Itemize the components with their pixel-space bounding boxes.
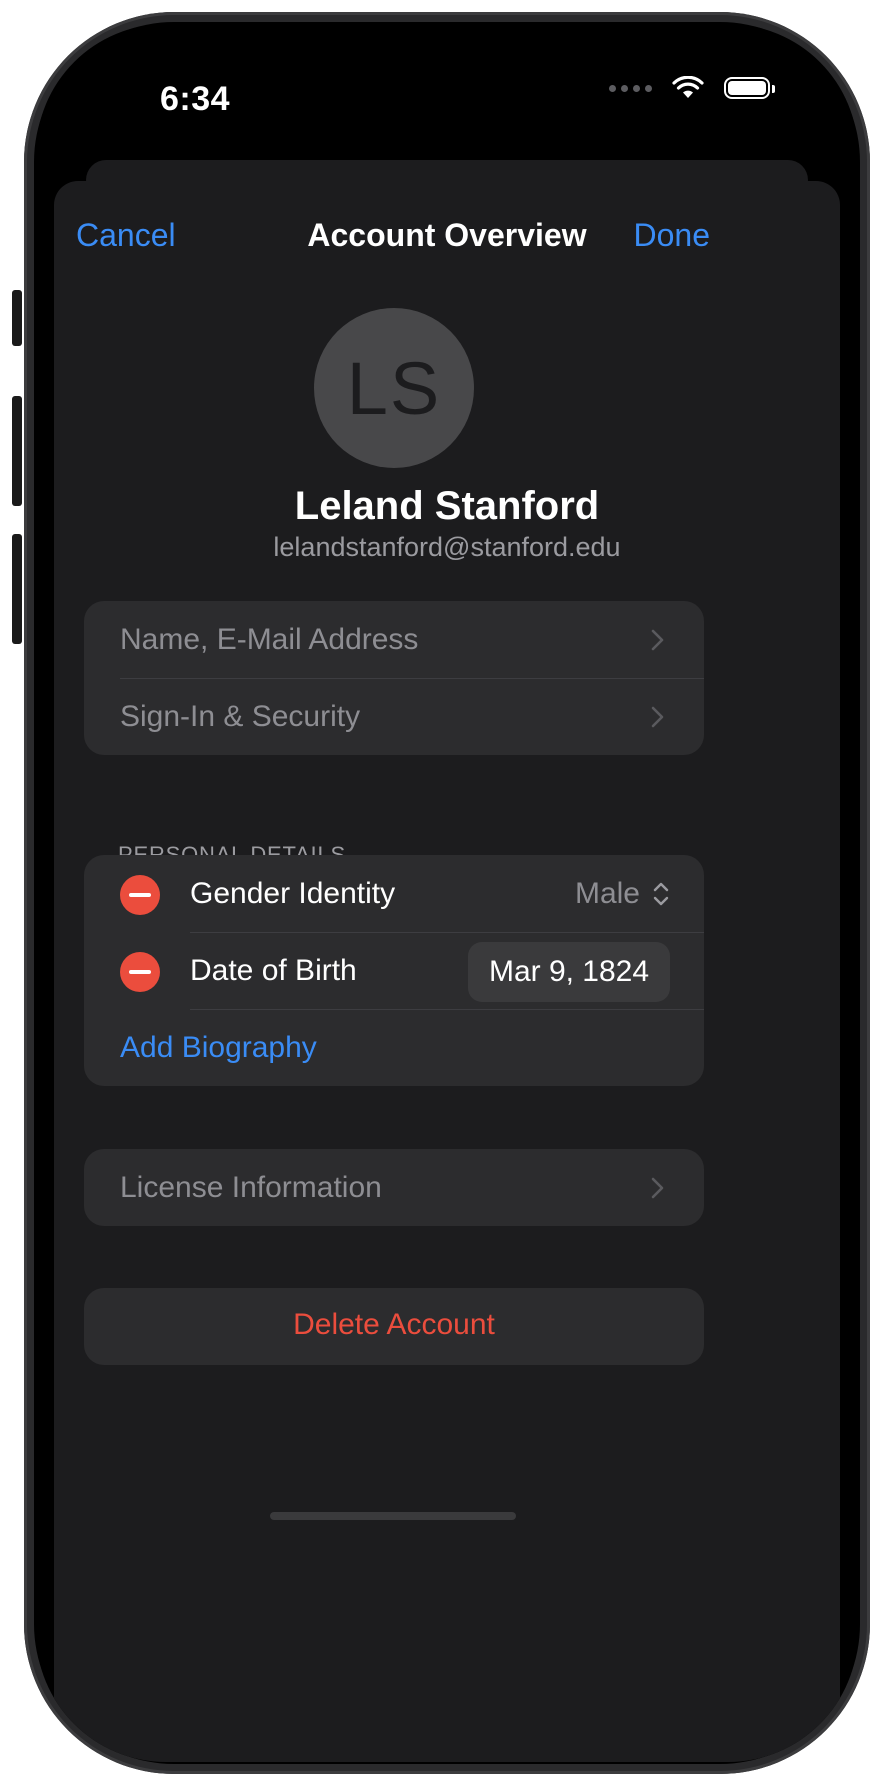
license-group: License Information (84, 1149, 704, 1226)
status-icons (609, 76, 775, 100)
date-picker-button[interactable]: Mar 9, 1824 (468, 942, 670, 1002)
gender-identity-label: Gender Identity (190, 877, 396, 910)
date-of-birth-row: Date of Birth Mar 9, 1824 (84, 932, 704, 1010)
gender-identity-row[interactable]: Gender Identity Male (84, 855, 704, 933)
name-email-row[interactable]: Name, E-Mail Address (84, 601, 704, 679)
signin-security-label: Sign-In & Security (120, 700, 361, 733)
add-biography-button[interactable]: Add Biography (120, 1031, 317, 1065)
battery-icon (724, 77, 775, 99)
phone-screen: 6:34 Cancel Account Overview Done LS Lel… (36, 24, 858, 1762)
remove-date-of-birth-button[interactable] (120, 952, 160, 992)
profile-email: lelandstanford@stanford.edu (273, 532, 621, 562)
wifi-icon (672, 76, 704, 98)
add-biography-row[interactable]: Add Biography (84, 1009, 704, 1087)
chevron-right-icon (651, 1177, 664, 1199)
volume-up-button (12, 396, 22, 506)
gender-value[interactable]: Male (575, 877, 640, 911)
volume-down-button (12, 534, 22, 644)
home-indicator[interactable] (270, 1512, 516, 1520)
signin-security-row[interactable]: Sign-In & Security (84, 678, 704, 756)
done-button[interactable]: Done (634, 217, 711, 254)
chevron-right-icon (651, 706, 664, 728)
date-of-birth-label: Date of Birth (190, 954, 357, 987)
profile-name: Leland Stanford (294, 484, 600, 528)
status-time: 6:34 (160, 80, 231, 118)
account-settings-group: Name, E-Mail Address Sign-In & Security (84, 601, 704, 755)
chevron-right-icon (651, 629, 664, 651)
remove-gender-button[interactable] (120, 875, 160, 915)
delete-account-group: Delete Account (84, 1288, 704, 1365)
page-title: Account Overview (307, 217, 587, 253)
license-information-label: License Information (120, 1171, 382, 1204)
cellular-icon (609, 84, 652, 92)
mute-switch (12, 290, 22, 346)
license-information-row[interactable]: License Information (84, 1149, 704, 1227)
delete-account-button[interactable]: Delete Account (84, 1308, 704, 1342)
chevron-up-down-icon[interactable] (652, 879, 670, 909)
personal-details-group: Gender Identity Male Date of Birth Mar 9… (84, 855, 704, 1086)
avatar: LS (314, 308, 474, 468)
name-email-label: Name, E-Mail Address (120, 623, 419, 656)
